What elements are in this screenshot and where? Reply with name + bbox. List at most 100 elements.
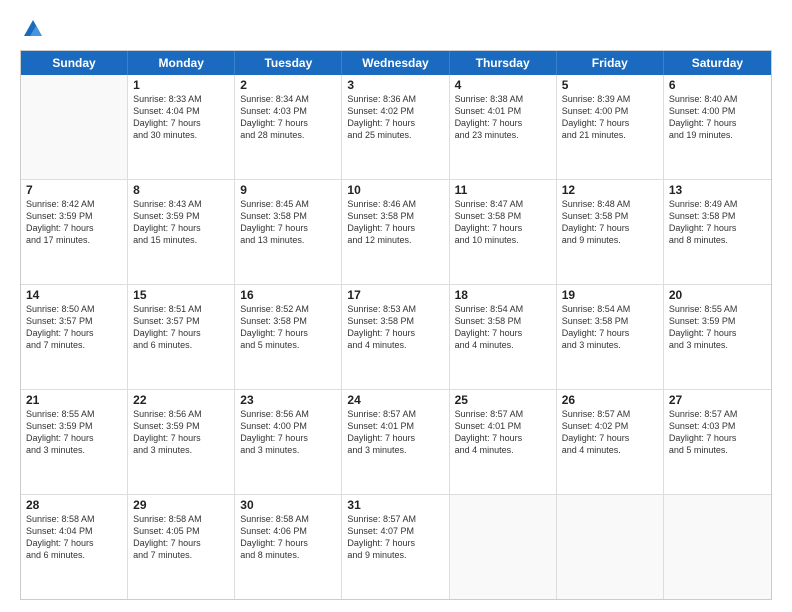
day-number: 10 xyxy=(347,183,443,197)
day-number: 7 xyxy=(26,183,122,197)
calendar-week-row: 1 Sunrise: 8:33 AM Sunset: 4:04 PM Dayli… xyxy=(21,75,771,180)
sunrise: Sunrise: 8:57 AM xyxy=(347,408,443,420)
weekday-header: Monday xyxy=(128,51,235,75)
daylight-line1: Daylight: 7 hours xyxy=(240,117,336,129)
day-number: 25 xyxy=(455,393,551,407)
calendar-cell: 10 Sunrise: 8:46 AM Sunset: 3:58 PM Dayl… xyxy=(342,180,449,284)
day-number: 28 xyxy=(26,498,122,512)
daylight-line2: and 8 minutes. xyxy=(240,549,336,561)
calendar-cell: 29 Sunrise: 8:58 AM Sunset: 4:05 PM Dayl… xyxy=(128,495,235,599)
day-number: 3 xyxy=(347,78,443,92)
sunset: Sunset: 3:59 PM xyxy=(26,420,122,432)
daylight-line2: and 3 minutes. xyxy=(26,444,122,456)
daylight-line2: and 3 minutes. xyxy=(347,444,443,456)
sunset: Sunset: 3:58 PM xyxy=(455,315,551,327)
header xyxy=(20,18,772,40)
daylight-line1: Daylight: 7 hours xyxy=(669,222,766,234)
sunrise: Sunrise: 8:38 AM xyxy=(455,93,551,105)
day-number: 13 xyxy=(669,183,766,197)
daylight-line2: and 13 minutes. xyxy=(240,234,336,246)
daylight-line1: Daylight: 7 hours xyxy=(455,327,551,339)
sunrise: Sunrise: 8:52 AM xyxy=(240,303,336,315)
calendar-week-row: 7 Sunrise: 8:42 AM Sunset: 3:59 PM Dayli… xyxy=(21,180,771,285)
daylight-line1: Daylight: 7 hours xyxy=(26,327,122,339)
calendar-cell: 20 Sunrise: 8:55 AM Sunset: 3:59 PM Dayl… xyxy=(664,285,771,389)
calendar-cell: 9 Sunrise: 8:45 AM Sunset: 3:58 PM Dayli… xyxy=(235,180,342,284)
weekday-header: Tuesday xyxy=(235,51,342,75)
sunset: Sunset: 4:04 PM xyxy=(133,105,229,117)
daylight-line2: and 25 minutes. xyxy=(347,129,443,141)
sunrise: Sunrise: 8:51 AM xyxy=(133,303,229,315)
daylight-line2: and 23 minutes. xyxy=(455,129,551,141)
daylight-line2: and 30 minutes. xyxy=(133,129,229,141)
daylight-line2: and 5 minutes. xyxy=(669,444,766,456)
calendar-cell: 6 Sunrise: 8:40 AM Sunset: 4:00 PM Dayli… xyxy=(664,75,771,179)
daylight-line1: Daylight: 7 hours xyxy=(240,222,336,234)
daylight-line1: Daylight: 7 hours xyxy=(240,537,336,549)
weekday-header: Friday xyxy=(557,51,664,75)
daylight-line1: Daylight: 7 hours xyxy=(562,117,658,129)
calendar-week-row: 21 Sunrise: 8:55 AM Sunset: 3:59 PM Dayl… xyxy=(21,390,771,495)
daylight-line1: Daylight: 7 hours xyxy=(455,222,551,234)
daylight-line2: and 19 minutes. xyxy=(669,129,766,141)
calendar-cell: 16 Sunrise: 8:52 AM Sunset: 3:58 PM Dayl… xyxy=(235,285,342,389)
sunset: Sunset: 4:00 PM xyxy=(669,105,766,117)
sunset: Sunset: 3:57 PM xyxy=(133,315,229,327)
sunset: Sunset: 4:00 PM xyxy=(562,105,658,117)
sunset: Sunset: 3:58 PM xyxy=(347,210,443,222)
page: SundayMondayTuesdayWednesdayThursdayFrid… xyxy=(0,0,792,612)
day-number: 5 xyxy=(562,78,658,92)
daylight-line1: Daylight: 7 hours xyxy=(26,432,122,444)
sunset: Sunset: 3:58 PM xyxy=(240,210,336,222)
sunset: Sunset: 4:03 PM xyxy=(240,105,336,117)
day-number: 23 xyxy=(240,393,336,407)
daylight-line1: Daylight: 7 hours xyxy=(133,537,229,549)
weekday-header: Wednesday xyxy=(342,51,449,75)
weekday-header: Sunday xyxy=(21,51,128,75)
daylight-line1: Daylight: 7 hours xyxy=(26,222,122,234)
sunrise: Sunrise: 8:58 AM xyxy=(133,513,229,525)
day-number: 16 xyxy=(240,288,336,302)
daylight-line1: Daylight: 7 hours xyxy=(669,117,766,129)
daylight-line1: Daylight: 7 hours xyxy=(133,222,229,234)
daylight-line2: and 17 minutes. xyxy=(26,234,122,246)
calendar-cell: 28 Sunrise: 8:58 AM Sunset: 4:04 PM Dayl… xyxy=(21,495,128,599)
daylight-line1: Daylight: 7 hours xyxy=(26,537,122,549)
calendar-cell: 11 Sunrise: 8:47 AM Sunset: 3:58 PM Dayl… xyxy=(450,180,557,284)
calendar-cell: 1 Sunrise: 8:33 AM Sunset: 4:04 PM Dayli… xyxy=(128,75,235,179)
daylight-line1: Daylight: 7 hours xyxy=(669,432,766,444)
sunset: Sunset: 4:03 PM xyxy=(669,420,766,432)
day-number: 6 xyxy=(669,78,766,92)
calendar-cell: 3 Sunrise: 8:36 AM Sunset: 4:02 PM Dayli… xyxy=(342,75,449,179)
calendar-body: 1 Sunrise: 8:33 AM Sunset: 4:04 PM Dayli… xyxy=(21,75,771,599)
daylight-line2: and 4 minutes. xyxy=(455,444,551,456)
sunrise: Sunrise: 8:34 AM xyxy=(240,93,336,105)
daylight-line1: Daylight: 7 hours xyxy=(669,327,766,339)
calendar-cell xyxy=(21,75,128,179)
sunset: Sunset: 3:58 PM xyxy=(669,210,766,222)
sunrise: Sunrise: 8:57 AM xyxy=(562,408,658,420)
sunset: Sunset: 3:58 PM xyxy=(240,315,336,327)
calendar-cell: 18 Sunrise: 8:54 AM Sunset: 3:58 PM Dayl… xyxy=(450,285,557,389)
calendar-cell: 21 Sunrise: 8:55 AM Sunset: 3:59 PM Dayl… xyxy=(21,390,128,494)
sunset: Sunset: 4:04 PM xyxy=(26,525,122,537)
day-number: 19 xyxy=(562,288,658,302)
daylight-line1: Daylight: 7 hours xyxy=(240,432,336,444)
calendar-cell: 5 Sunrise: 8:39 AM Sunset: 4:00 PM Dayli… xyxy=(557,75,664,179)
daylight-line2: and 28 minutes. xyxy=(240,129,336,141)
daylight-line2: and 5 minutes. xyxy=(240,339,336,351)
day-number: 30 xyxy=(240,498,336,512)
sunset: Sunset: 3:58 PM xyxy=(562,315,658,327)
daylight-line2: and 9 minutes. xyxy=(347,549,443,561)
daylight-line1: Daylight: 7 hours xyxy=(240,327,336,339)
calendar-cell: 4 Sunrise: 8:38 AM Sunset: 4:01 PM Dayli… xyxy=(450,75,557,179)
daylight-line2: and 21 minutes. xyxy=(562,129,658,141)
sunrise: Sunrise: 8:55 AM xyxy=(26,408,122,420)
sunrise: Sunrise: 8:36 AM xyxy=(347,93,443,105)
day-number: 4 xyxy=(455,78,551,92)
day-number: 2 xyxy=(240,78,336,92)
daylight-line2: and 4 minutes. xyxy=(455,339,551,351)
calendar-cell: 25 Sunrise: 8:57 AM Sunset: 4:01 PM Dayl… xyxy=(450,390,557,494)
sunset: Sunset: 3:59 PM xyxy=(26,210,122,222)
daylight-line1: Daylight: 7 hours xyxy=(455,432,551,444)
